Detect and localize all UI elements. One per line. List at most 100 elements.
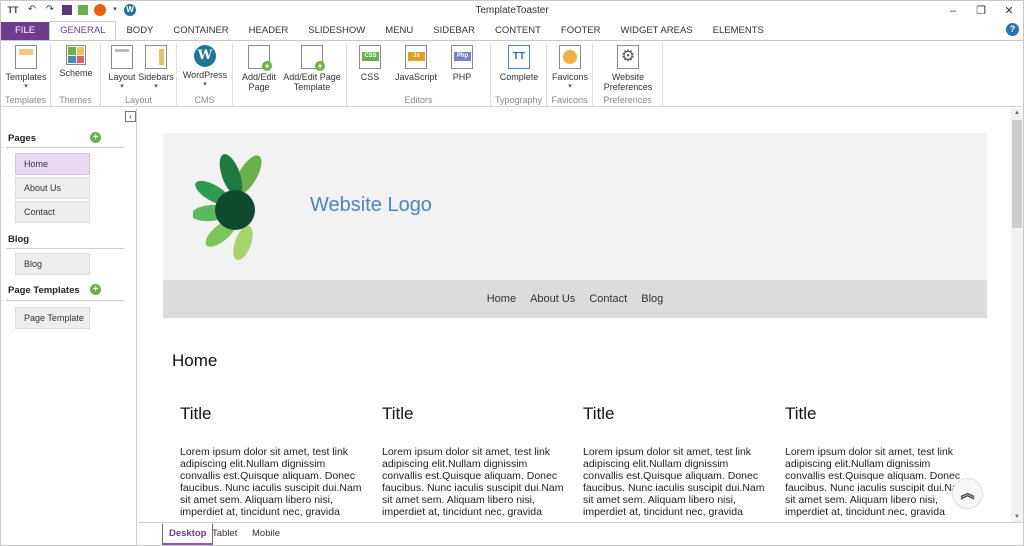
scroll-down-icon[interactable]: ▼	[1011, 512, 1023, 522]
chevron-down-icon: ▾	[568, 83, 572, 90]
tab-footer[interactable]: FOOTER	[551, 22, 611, 40]
page-template-item[interactable]: Page Template	[15, 307, 90, 329]
php-button[interactable]: Php PHP	[447, 45, 477, 82]
group-label: CMS	[194, 95, 215, 105]
scheme-button[interactable]: Scheme	[57, 45, 95, 78]
tab-header[interactable]: HEADER	[239, 22, 299, 40]
website-preferences-button[interactable]: ⚙ Website Preferences	[597, 45, 659, 92]
scroll-up-icon[interactable]: ▲	[1011, 108, 1023, 118]
tab-body[interactable]: BODY	[116, 22, 163, 40]
add-template-icon[interactable]: +	[90, 284, 101, 295]
tab-widget-areas[interactable]: WIDGET AREAS	[610, 22, 702, 40]
add-page-icon[interactable]: +	[90, 132, 101, 143]
add-edit-page-button[interactable]: + Add/Edit Page	[237, 45, 281, 92]
javascript-file-icon: Js	[405, 45, 427, 69]
favicon-icon	[559, 45, 581, 69]
chevron-down-icon: ▾	[24, 83, 28, 90]
site-nav-menu[interactable]: Home About Us Contact Blog	[163, 280, 987, 318]
css-button[interactable]: CSS CSS	[355, 45, 385, 82]
collapse-panel-icon[interactable]: ‹	[125, 111, 136, 122]
page-templates-heading: Page Templates +	[8, 284, 101, 296]
php-file-icon: Php	[451, 45, 473, 69]
content-column[interactable]: Title Lorem ipsum dolor sit amet, test l…	[180, 404, 362, 518]
favicons-label: Favicons	[551, 72, 588, 82]
minimize-button[interactable]: –	[939, 1, 967, 21]
nav-item-contact[interactable]: Contact	[589, 293, 627, 305]
templates-label: Templates	[5, 72, 47, 82]
php-label: PHP	[452, 72, 472, 82]
add-page-template-icon: +	[301, 45, 325, 71]
preferences-label-2: Preferences	[603, 82, 653, 92]
title-bar: TT ↶ ↷ ▾ W TemplateToaster – ❐ ✕	[1, 1, 1023, 21]
tab-menu[interactable]: MENU	[375, 22, 423, 40]
blog-item[interactable]: Blog	[15, 253, 90, 275]
tab-mobile[interactable]: Mobile	[246, 524, 286, 545]
site-header[interactable]: Website Logo	[163, 133, 987, 280]
maximize-button[interactable]: ❐	[967, 1, 995, 21]
tab-file[interactable]: FILE	[1, 22, 50, 40]
templates-icon	[15, 45, 37, 69]
css-file-icon: CSS	[359, 45, 381, 69]
column-body: Lorem ipsum dolor sit amet, test link ad…	[180, 446, 362, 518]
nav-item-blog[interactable]: Blog	[641, 293, 663, 305]
app-window: TT ↶ ↷ ▾ W TemplateToaster – ❐ ✕ FILE GE…	[0, 0, 1024, 546]
sidebars-button[interactable]: Sidebars ▾	[138, 45, 174, 92]
column-title: Title	[583, 404, 615, 423]
column-body: Lorem ipsum dolor sit amet, test link ad…	[382, 446, 564, 518]
vertical-scrollbar[interactable]: ▲ ▼	[1011, 108, 1023, 522]
page-templates-label: Page Templates	[8, 285, 80, 296]
help-icon[interactable]: ?	[1006, 23, 1019, 36]
column-body: Lorem ipsum dolor sit amet, test link ad…	[583, 446, 765, 518]
group-templates: Templates ▾ Templates	[1, 43, 51, 106]
pages-heading: Pages +	[8, 132, 101, 144]
chevron-down-icon: ▾	[203, 81, 207, 88]
tab-content[interactable]: CONTENT	[485, 22, 551, 40]
complete-label: Complete	[499, 72, 539, 82]
javascript-button[interactable]: Js JavaScript	[393, 45, 439, 82]
templates-button[interactable]: Templates ▾	[5, 45, 47, 92]
scroll-to-top-icon[interactable]: ︽	[952, 478, 983, 509]
column-title: Title	[180, 404, 212, 423]
wordpress-label: WordPress	[182, 70, 228, 80]
pages-label: Pages	[8, 133, 36, 144]
add-page-icon: +	[248, 45, 272, 71]
window-controls: – ❐ ✕	[939, 1, 1023, 21]
page-title[interactable]: Home	[172, 351, 217, 371]
nav-item-about-us[interactable]: About Us	[530, 293, 575, 305]
column-title: Title	[785, 404, 817, 423]
ribbon-tabs: FILE GENERAL BODY CONTAINER HEADER SLIDE…	[1, 21, 1023, 40]
view-mode-bar: Desktop Tablet Mobile	[138, 522, 1023, 545]
tab-general[interactable]: GENERAL	[49, 21, 117, 40]
preferences-label: Website	[611, 72, 645, 82]
content-column[interactable]: Title Lorem ipsum dolor sit amet, test l…	[382, 404, 564, 518]
javascript-label: JavaScript	[394, 72, 438, 82]
website-logo-text[interactable]: Website Logo	[310, 194, 432, 217]
tab-tablet[interactable]: Tablet	[206, 524, 243, 545]
tab-elements[interactable]: ELEMENTS	[703, 22, 774, 40]
complete-button[interactable]: TT Complete	[497, 45, 541, 82]
content-column[interactable]: Title Lorem ipsum dolor sit amet, test l…	[785, 404, 967, 518]
page-item-contact[interactable]: Contact	[15, 201, 90, 223]
layout-icon	[111, 45, 133, 69]
tab-sidebar[interactable]: SIDEBAR	[423, 22, 485, 40]
tab-slideshow[interactable]: SLIDESHOW	[298, 22, 375, 40]
sidebars-label: Sidebars	[138, 72, 174, 82]
page-item-about-us[interactable]: About Us	[15, 177, 90, 199]
favicons-button[interactable]: Favicons ▾	[550, 45, 590, 92]
group-favicons: Favicons ▾ Favicons	[547, 43, 593, 106]
tab-container[interactable]: CONTAINER	[163, 22, 238, 40]
group-label: Themes	[59, 95, 92, 105]
layout-button[interactable]: Layout ▾	[107, 45, 137, 92]
add-edit-page-template-button[interactable]: + Add/Edit Page Template	[281, 45, 343, 92]
close-button[interactable]: ✕	[995, 1, 1023, 21]
scrollbar-thumb[interactable]	[1012, 120, 1022, 228]
page-item-home[interactable]: Home	[15, 153, 90, 175]
content-column[interactable]: Title Lorem ipsum dolor sit amet, test l…	[583, 404, 765, 518]
add-edit-template-label: Add/Edit Page	[283, 72, 341, 82]
column-title: Title	[382, 404, 414, 423]
group-layout: Layout ▾ Sidebars ▾ Layout	[101, 43, 177, 106]
wordpress-button[interactable]: W WordPress ▾	[181, 45, 229, 90]
blog-heading: Blog	[8, 234, 30, 245]
nav-item-home[interactable]: Home	[487, 293, 516, 305]
group-label: Favicons	[551, 95, 588, 105]
